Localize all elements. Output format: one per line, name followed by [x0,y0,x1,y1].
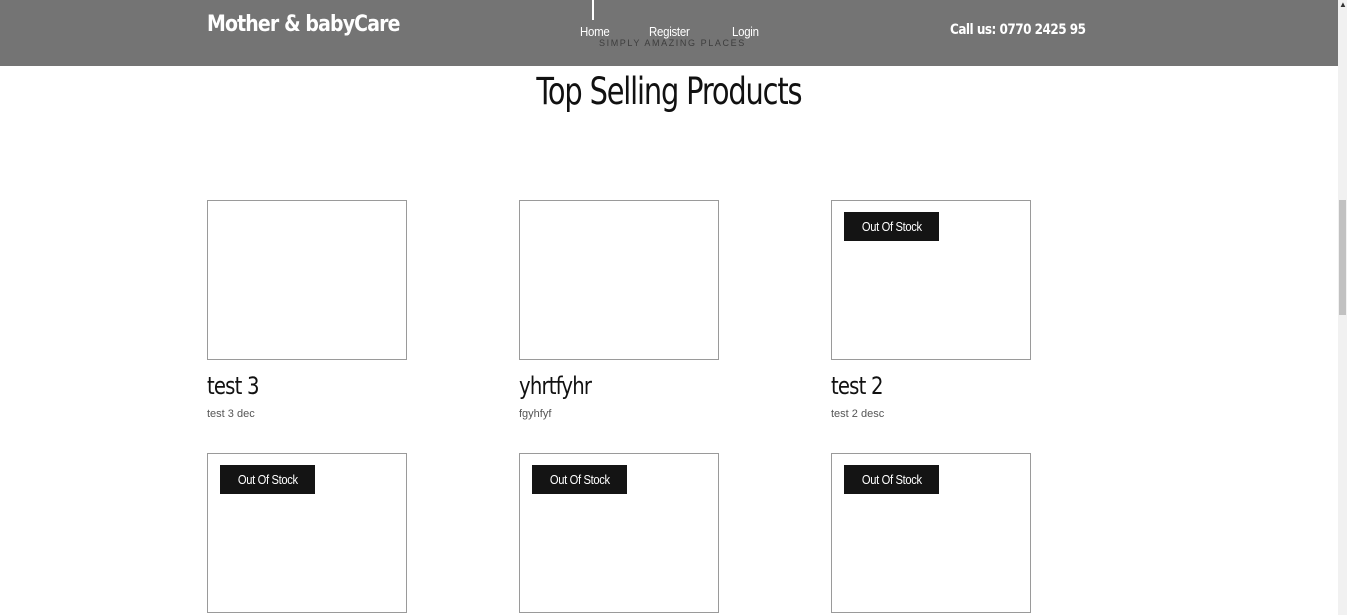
product-card[interactable]: test 3 test 3 dec [207,200,407,420]
out-of-stock-badge: Out Of Stock [844,465,939,494]
product-description: test 3 dec [207,408,255,420]
product-card[interactable]: Out Of Stock [519,453,719,613]
product-image[interactable]: Out Of Stock [519,453,719,613]
badge-label: Out Of Stock [237,472,298,487]
product-image[interactable]: Out Of Stock [831,200,1031,360]
product-description: fgyhfyf [519,408,552,420]
nav-link-register[interactable]: Register [649,24,690,39]
out-of-stock-badge: Out Of Stock [844,212,939,241]
active-nav-indicator [592,0,594,20]
product-card[interactable]: Out Of Stock [207,453,407,613]
product-card[interactable]: Out Of Stock [831,453,1031,613]
product-image[interactable]: Out Of Stock [831,453,1031,613]
tagline: SIMPLY AMAZING PLACES [599,38,746,48]
out-of-stock-badge: Out Of Stock [532,465,627,494]
product-name[interactable]: yhrtfyhr [519,372,592,400]
site-header: Mother & babyCare Home Register Login SI… [0,0,1338,66]
product-image[interactable] [207,200,407,360]
scroll-up-arrow-icon[interactable]: ▲ [1339,0,1347,10]
section-title-text: Top Selling Products [536,70,802,113]
product-image[interactable]: Out Of Stock [207,453,407,613]
product-card[interactable]: Out Of Stock test 2 test 2 desc [831,200,1031,420]
product-name[interactable]: test 2 [831,372,883,400]
product-card[interactable]: yhrtfyhr fgyhfyf [519,200,719,420]
out-of-stock-badge: Out Of Stock [220,465,315,494]
phone-number: Call us: 0770 2425 95 [950,22,1086,38]
section-title: Top Selling Products [0,70,1338,113]
vertical-scrollbar[interactable]: ▲ [1338,0,1347,615]
scrollbar-thumb[interactable] [1339,200,1346,315]
product-image[interactable] [519,200,719,360]
page: Mother & babyCare Home Register Login SI… [0,0,1347,615]
badge-label: Out Of Stock [861,472,922,487]
nav-link-login[interactable]: Login [732,24,759,39]
badge-label: Out Of Stock [549,472,610,487]
badge-label: Out Of Stock [861,219,922,234]
site-logo[interactable]: Mother & babyCare [207,12,400,37]
product-name[interactable]: test 3 [207,372,259,400]
nav-link-home[interactable]: Home [580,24,610,39]
product-description: test 2 desc [831,408,885,420]
